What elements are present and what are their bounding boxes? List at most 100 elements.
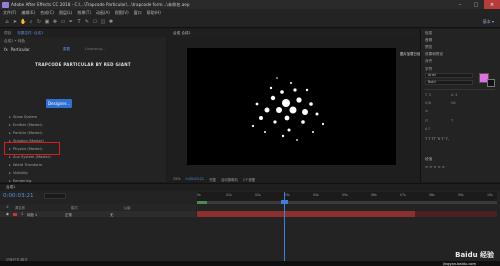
rect-tool-icon[interactable]: ▭ bbox=[60, 19, 66, 25]
section-preview[interactable]: 预览 bbox=[425, 45, 432, 50]
window-title: Adobe After Effects CC 2018 - C:\...\Tra… bbox=[11, 1, 190, 7]
stamp-tool-icon[interactable]: ⎔ bbox=[92, 19, 98, 25]
menu-composition[interactable]: 合成(C) bbox=[40, 10, 54, 16]
tracking-icon[interactable]: VA bbox=[451, 101, 456, 105]
timeline-tab[interactable]: 合成1 bbox=[0, 184, 500, 191]
horizontal-scale-icon[interactable]: T bbox=[451, 119, 453, 123]
text-size-icon[interactable]: T ↕ bbox=[425, 93, 431, 97]
eraser-tool-icon[interactable]: ◫ bbox=[100, 19, 106, 25]
eye-icon[interactable]: ◉ bbox=[6, 212, 9, 216]
menu-help[interactable]: 帮助(H) bbox=[147, 10, 161, 16]
comp-viewer[interactable] bbox=[187, 48, 396, 165]
property-world-transform[interactable]: ▸ World Transform bbox=[9, 163, 42, 167]
menu-file[interactable]: 文件(F) bbox=[3, 10, 16, 16]
leading-icon[interactable]: A ↕ bbox=[451, 93, 458, 97]
pan-tool-icon[interactable]: ✥ bbox=[52, 19, 58, 25]
font-family-dropdown[interactable]: Arial bbox=[425, 73, 473, 78]
menu-window[interactable]: 窗口 bbox=[134, 10, 142, 16]
particle bbox=[293, 88, 297, 92]
layer-parent[interactable]: 无 bbox=[110, 212, 113, 217]
ruler-tick: 08s bbox=[429, 193, 435, 197]
reset-link[interactable]: 重置 bbox=[63, 47, 70, 52]
current-time-head[interactable] bbox=[281, 200, 288, 204]
physics-highlight-box bbox=[4, 142, 60, 155]
comp-tab[interactable]: 合成 合成1 bbox=[167, 29, 419, 37]
font-style-dropdown[interactable]: Bold bbox=[425, 80, 473, 85]
close-icon[interactable]: × bbox=[484, 0, 500, 9]
menu-effect[interactable]: 效果(T) bbox=[77, 10, 91, 16]
layer-search-input[interactable] bbox=[44, 193, 66, 199]
menu-animation[interactable]: 动画(A) bbox=[96, 10, 110, 16]
layer-name[interactable]: 纯色 1 bbox=[27, 212, 37, 217]
menu-view[interactable]: 视图(V) bbox=[115, 10, 129, 16]
rotate-tool-icon[interactable]: ↻ bbox=[36, 19, 42, 25]
licensing-link[interactable]: Licensing... bbox=[85, 47, 105, 51]
section-info[interactable]: 信息 bbox=[425, 31, 432, 36]
ruler-tick: 01s bbox=[226, 193, 232, 197]
work-area-bar[interactable] bbox=[197, 201, 497, 204]
selection-tool-icon[interactable]: ➤ bbox=[12, 19, 18, 25]
particle bbox=[287, 128, 291, 132]
layer-row[interactable]: ◉ 1 纯色 1 正常 无 bbox=[0, 211, 196, 217]
section-audio[interactable]: 音频 bbox=[425, 38, 432, 43]
property-aux-system[interactable]: ▸ Aux System (Master) bbox=[9, 155, 51, 159]
views-dropdown[interactable]: 1个视图 bbox=[243, 177, 255, 182]
particle bbox=[282, 99, 290, 107]
col-number: # bbox=[6, 205, 9, 209]
time-ruler[interactable]: 0s 01s 02s 03s 04s 05s 06s 07s 08s 09s 10s bbox=[197, 192, 497, 201]
layer-column-header: # 源名称 模式 父级 bbox=[0, 204, 196, 210]
particle bbox=[309, 102, 313, 106]
puppet-tool-icon[interactable]: ✱ bbox=[108, 19, 114, 25]
property-show-system[interactable]: ▸ Show System bbox=[9, 115, 37, 119]
magnification-dropdown[interactable]: 25% bbox=[173, 177, 181, 181]
particle bbox=[280, 90, 284, 94]
stroke-color-swatch[interactable] bbox=[487, 79, 495, 87]
col-source-name: 源名称 bbox=[14, 205, 26, 210]
paragraph-align-icon[interactable]: ≡ ≡ ≡ ≡ ≡ bbox=[425, 165, 445, 169]
menu-layer[interactable]: 图层(L) bbox=[59, 10, 72, 16]
menu-edit[interactable]: 编辑(E) bbox=[21, 10, 35, 16]
particle bbox=[296, 97, 302, 103]
ruler-tick: 10s bbox=[487, 193, 493, 197]
pen-tool-icon[interactable]: ✒ bbox=[68, 19, 74, 25]
kerning-icon[interactable]: V/A bbox=[425, 101, 431, 105]
layer-mode[interactable]: 正常 bbox=[65, 212, 72, 217]
layer-duration-bar[interactable] bbox=[197, 211, 415, 217]
tab-effect-controls[interactable]: 效果控件: 合成1 bbox=[17, 31, 43, 36]
property-particle[interactable]: ▸ Particle (Master) bbox=[9, 131, 43, 135]
label-color[interactable] bbox=[12, 212, 17, 216]
text-styles-icon[interactable]: T T TT Tr T' T, bbox=[425, 137, 449, 141]
particle bbox=[251, 124, 255, 128]
layer-out-range bbox=[415, 211, 497, 217]
fx-icon[interactable]: fx bbox=[4, 47, 8, 52]
property-visibility[interactable]: ▸ Visibility bbox=[9, 171, 28, 175]
vertical-scale-icon[interactable]: IT bbox=[425, 119, 428, 123]
section-align[interactable]: 对齐 bbox=[425, 59, 432, 64]
maximize-icon[interactable]: □ bbox=[468, 0, 484, 9]
section-character[interactable]: 字符 bbox=[425, 67, 432, 72]
zoom-tool-icon[interactable]: ⌕ bbox=[28, 19, 34, 25]
ruler-tick: 04s bbox=[313, 193, 319, 197]
workspace-selector[interactable]: 基本 ▾ bbox=[483, 19, 494, 25]
comp-timecode[interactable]: 0:00:03:21 bbox=[186, 177, 205, 181]
timeline-timecode[interactable]: 0:00:03:21 bbox=[3, 193, 34, 199]
designer-button[interactable]: Designer... bbox=[46, 99, 72, 108]
camera-tool-icon[interactable]: ▣ bbox=[44, 19, 50, 25]
particle bbox=[301, 120, 305, 124]
ruler-tick: 02s bbox=[255, 193, 261, 197]
section-paragraph[interactable]: 段落 bbox=[425, 157, 432, 162]
home-icon[interactable]: ⌂ bbox=[4, 19, 10, 25]
camera-dropdown[interactable]: 活动摄像机 bbox=[221, 177, 238, 182]
text-tool-icon[interactable]: T bbox=[76, 19, 82, 25]
tab-project[interactable]: 项目 bbox=[4, 31, 11, 36]
minimize-icon[interactable]: – bbox=[452, 0, 468, 9]
stroke-width-icon[interactable]: ≡ bbox=[425, 109, 428, 113]
property-emitter[interactable]: ▸ Emitter (Master) bbox=[9, 123, 43, 127]
brush-tool-icon[interactable]: ✎ bbox=[84, 19, 90, 25]
particle bbox=[264, 107, 270, 113]
resolution-dropdown[interactable]: 完整 bbox=[209, 177, 216, 182]
ruler-tick: 05s bbox=[342, 193, 348, 197]
section-effects-presets[interactable]: 效果和预设 bbox=[425, 52, 443, 57]
baseline-shift-icon[interactable]: A↑ bbox=[425, 127, 430, 131]
hand-tool-icon[interactable]: ✋ bbox=[20, 19, 26, 25]
